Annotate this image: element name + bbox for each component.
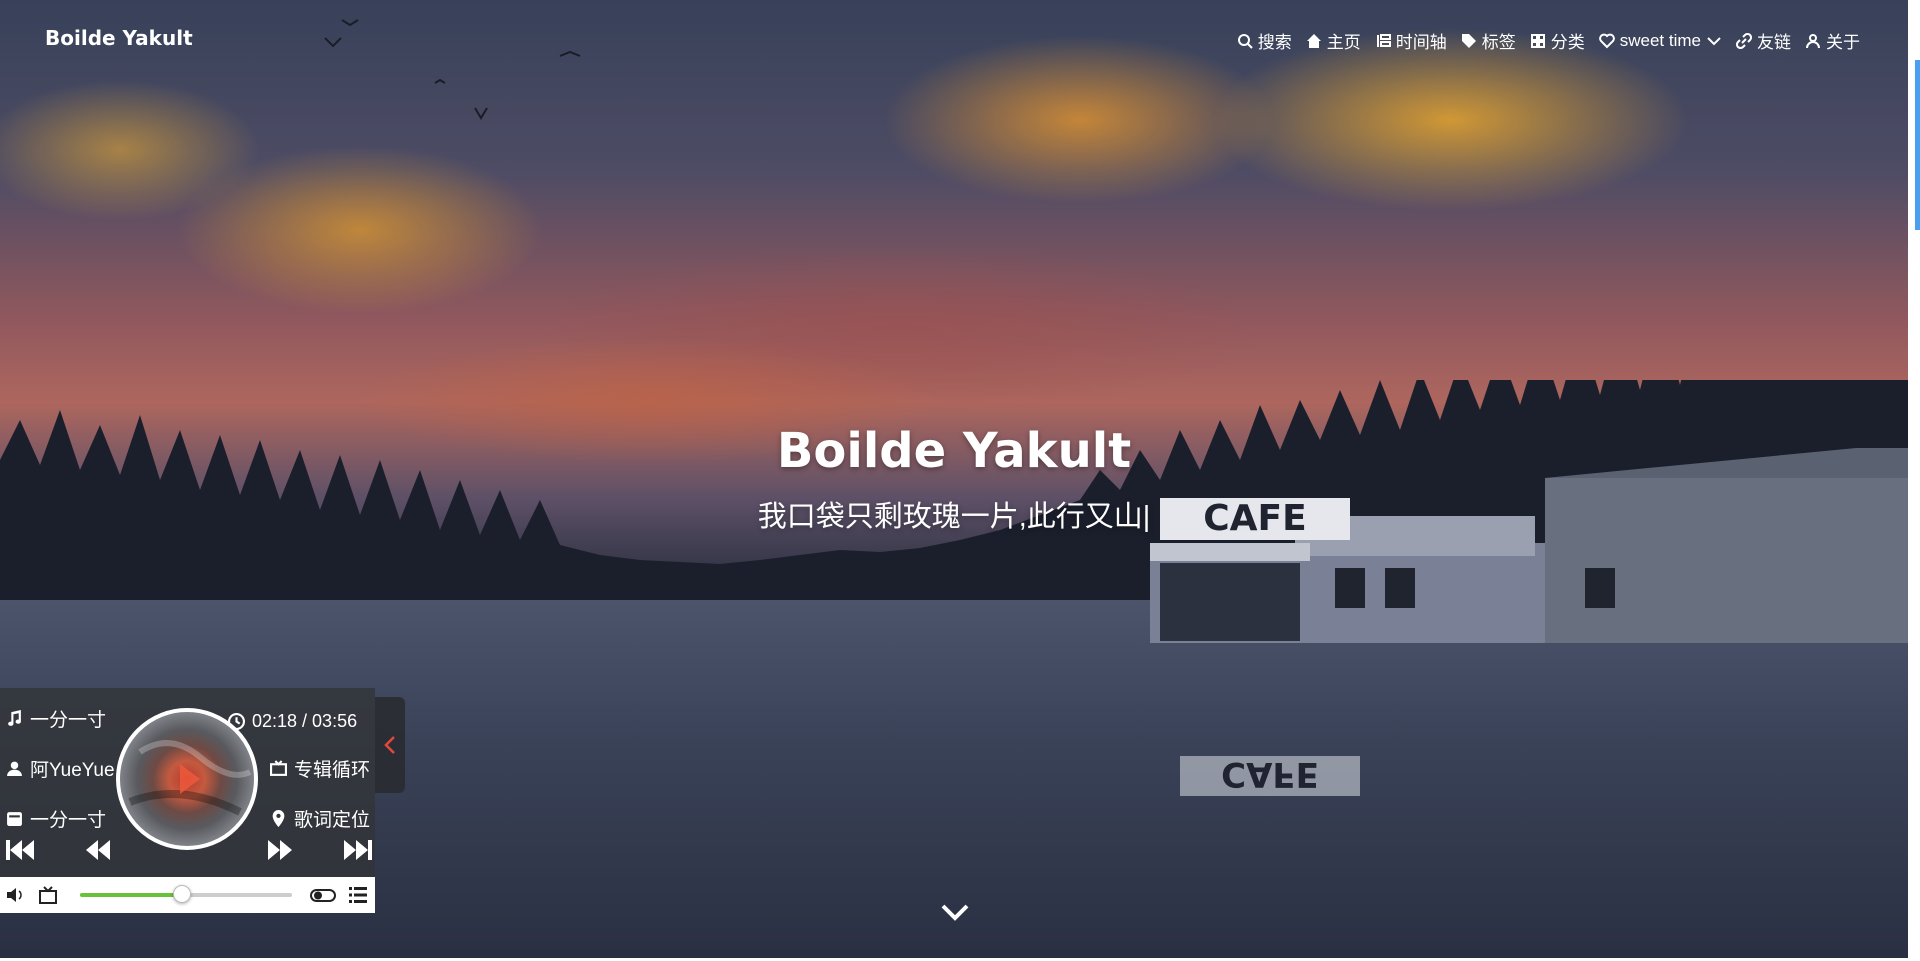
song-title-text: 一分一寸 bbox=[30, 710, 107, 731]
next-album-button[interactable] bbox=[338, 836, 374, 864]
user-icon bbox=[7, 761, 22, 776]
lyrics-locate-label: 歌词定位 bbox=[294, 810, 371, 831]
nav-home[interactable]: 主页 bbox=[1306, 28, 1361, 53]
album-name: 一分一寸 bbox=[6, 805, 106, 832]
home-icon bbox=[1306, 33, 1321, 48]
album-name-text: 一分一寸 bbox=[30, 810, 107, 831]
artist-name: 阿YueYue bbox=[6, 755, 115, 782]
lyrics-locate-button[interactable]: 歌词定位 bbox=[270, 805, 370, 832]
main-nav: 搜索 主页 时间轴 标签 分类 sweet time 友链 关于 bbox=[1237, 28, 1860, 53]
search-icon bbox=[1237, 33, 1253, 49]
grid-icon bbox=[1530, 33, 1545, 48]
nav-categories[interactable]: 分类 bbox=[1530, 28, 1585, 53]
nav-tags[interactable]: 标签 bbox=[1461, 28, 1516, 53]
album-icon bbox=[7, 812, 22, 826]
nav-sweet-time[interactable]: sweet time bbox=[1598, 30, 1722, 51]
album-cover-art bbox=[128, 740, 252, 816]
chevron-down-icon bbox=[941, 904, 969, 921]
site-brand[interactable]: Boilde Yakult bbox=[45, 26, 193, 50]
progress-knob[interactable] bbox=[172, 885, 191, 903]
song-title: 一分一寸 bbox=[6, 705, 106, 732]
nav-search[interactable]: 搜索 bbox=[1237, 28, 1292, 53]
lyrics-toggle[interactable] bbox=[310, 885, 336, 905]
player-collapse-button[interactable] bbox=[375, 697, 405, 793]
loop-icon bbox=[270, 760, 287, 776]
cafe-reflection-text: CAFE bbox=[1221, 754, 1319, 794]
link-icon bbox=[1736, 32, 1752, 49]
progress-fill bbox=[80, 893, 182, 897]
hero-subtitle: 我口袋只剩玫瑰一片,此行又山| bbox=[757, 501, 1151, 533]
nav-home-label: 主页 bbox=[1326, 33, 1361, 52]
next-track-button[interactable] bbox=[262, 836, 298, 864]
nav-tags-label: 标签 bbox=[1481, 33, 1516, 52]
toggle-icon bbox=[310, 889, 336, 902]
user-icon bbox=[1806, 33, 1820, 48]
chevron-left-icon bbox=[384, 736, 395, 754]
chevron-down-icon bbox=[1707, 36, 1721, 45]
birds-decoration bbox=[324, 19, 581, 120]
music-player: 一分一寸 阿YueYue 一分一寸 02:18 / 03:56 专辑循环 歌词定… bbox=[0, 688, 405, 913]
artist-name-text: 阿YueYue bbox=[30, 760, 115, 781]
play-mode-label: 专辑循环 bbox=[294, 760, 371, 781]
timeline-icon bbox=[1376, 33, 1391, 47]
volume-icon bbox=[7, 888, 22, 902]
play-mode-button[interactable]: 专辑循环 bbox=[270, 755, 370, 782]
play-time: 02:18 / 03:56 bbox=[228, 711, 357, 732]
nav-sweet-time-label: sweet time bbox=[1619, 30, 1701, 50]
skip-back-icon bbox=[6, 840, 34, 860]
hero-title: Boilde Yakult bbox=[776, 423, 1132, 479]
hero-banner: CAFE CAFE Boilde Yakult 搜索 主页 时间轴 标签 分类 … bbox=[0, 0, 1908, 958]
nav-links-label: 友链 bbox=[1757, 33, 1791, 52]
loop-icon bbox=[39, 886, 57, 904]
nav-about[interactable]: 关于 bbox=[1805, 28, 1860, 53]
volume-button[interactable] bbox=[5, 885, 25, 905]
list-icon bbox=[349, 887, 367, 903]
skip-forward-icon bbox=[344, 840, 372, 860]
player-control-bar bbox=[0, 877, 375, 913]
playlist-button[interactable] bbox=[348, 885, 368, 905]
cafe-reflection: CAFE bbox=[1180, 754, 1360, 796]
page-scrollbar[interactable] bbox=[1908, 0, 1920, 961]
previous-track-button[interactable] bbox=[80, 836, 116, 864]
nav-timeline[interactable]: 时间轴 bbox=[1375, 28, 1447, 53]
music-note-icon bbox=[8, 710, 21, 726]
player-panel: 一分一寸 阿YueYue 一分一寸 02:18 / 03:56 专辑循环 歌词定… bbox=[0, 688, 375, 877]
nav-search-label: 搜索 bbox=[1257, 33, 1292, 52]
fast-forward-icon bbox=[268, 840, 292, 860]
location-pin-icon bbox=[272, 810, 285, 827]
loop-mode-button[interactable] bbox=[38, 885, 58, 905]
nav-categories-label: 分类 bbox=[1550, 33, 1585, 52]
progress-bar[interactable] bbox=[80, 885, 292, 903]
heart-icon bbox=[1598, 33, 1615, 48]
album-cover-disc[interactable] bbox=[116, 708, 258, 850]
scrollbar-thumb[interactable] bbox=[1915, 60, 1920, 230]
rewind-icon bbox=[86, 840, 110, 860]
previous-album-button[interactable] bbox=[4, 836, 40, 864]
tag-icon bbox=[1461, 33, 1476, 48]
nav-links[interactable]: 友链 bbox=[1736, 28, 1791, 53]
play-time-text: 02:18 / 03:56 bbox=[252, 711, 358, 731]
nav-about-label: 关于 bbox=[1826, 33, 1860, 52]
scroll-down-button[interactable] bbox=[939, 900, 971, 924]
nav-timeline-label: 时间轴 bbox=[1395, 33, 1447, 52]
play-icon bbox=[180, 764, 200, 794]
